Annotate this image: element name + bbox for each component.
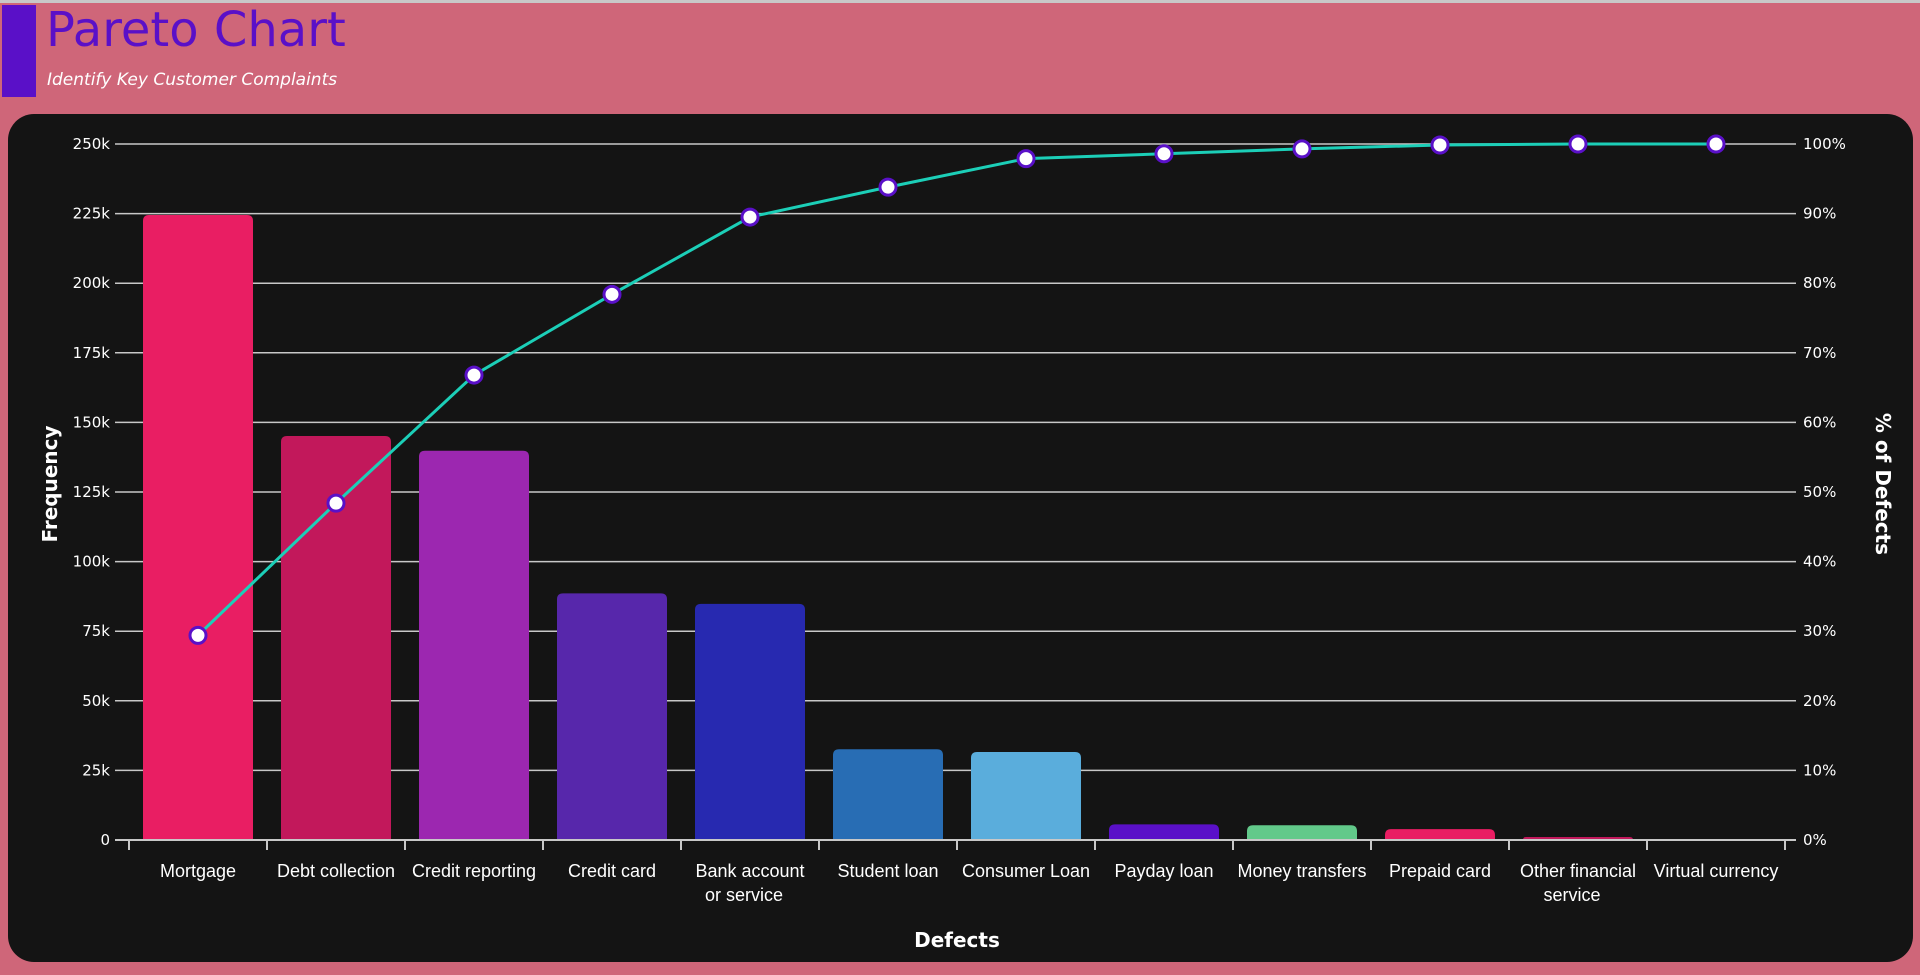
y2-tick-label: 60%	[1803, 413, 1836, 431]
x-tick-label: Money transfers	[1237, 861, 1366, 881]
y-axis-title: Frequency	[38, 425, 62, 542]
cumulative-point	[1568, 134, 1588, 154]
y-tick-label: 200k	[73, 274, 111, 292]
cumulative-point	[1154, 144, 1174, 164]
x-axis: Mortgage Debt collection Credit reporting C…	[115, 839, 1796, 905]
y2-tick-label: 30%	[1803, 622, 1836, 640]
y-axis-left: 0 25k 50k 75k 100k 125k 150k 175k 200k 225k 250k	[73, 135, 111, 849]
x-tick-label: Debt collection	[277, 861, 395, 881]
x-tick-label: service	[1543, 885, 1600, 905]
y2-tick-label: 40%	[1803, 553, 1836, 571]
bar	[1247, 825, 1357, 840]
y2-axis-title: % of Defects	[1871, 413, 1895, 555]
pareto-chart: 0 25k 50k 75k 100k 125k 150k 175k 200k 225k 250k 0…	[38, 134, 1895, 952]
x-tick-label: Credit reporting	[412, 861, 536, 881]
y-tick-label: 150k	[73, 413, 111, 431]
bar	[557, 593, 667, 840]
x-tick-label: Bank account	[695, 861, 804, 881]
y-axis-right: 0% 10% 20% 30% 40% 50% 60% 70% 80% 90% 100%	[1803, 135, 1846, 849]
cumulative-point	[878, 177, 898, 197]
y2-tick-label: 100%	[1803, 135, 1846, 153]
cumulative-point	[1016, 149, 1036, 169]
y2-tick-label: 0%	[1803, 831, 1827, 849]
x-axis-title: Defects	[914, 928, 1000, 952]
x-tick-label: Other financial	[1520, 861, 1636, 881]
x-tick-label: or service	[705, 885, 783, 905]
cumulative-point	[1706, 134, 1726, 154]
bar	[419, 450, 529, 840]
y-tick-label: 225k	[73, 205, 111, 223]
cumulative-point	[464, 365, 484, 385]
y2-tick-label: 50%	[1803, 483, 1836, 501]
y-tick-label: 75k	[82, 622, 110, 640]
bars	[143, 214, 1633, 840]
y2-tick-label: 10%	[1803, 761, 1836, 779]
bar	[1109, 824, 1219, 840]
x-tick-label: Prepaid card	[1389, 861, 1491, 881]
y-tick-label: 25k	[82, 761, 110, 779]
x-tick-label: Payday loan	[1114, 861, 1213, 881]
bar	[833, 749, 943, 840]
y2-tick-label: 90%	[1803, 205, 1836, 223]
y-tick-label: 125k	[73, 483, 111, 501]
y2-tick-label: 20%	[1803, 692, 1836, 710]
y-tick-label: 250k	[73, 135, 111, 153]
y-tick-label: 50k	[82, 692, 110, 710]
y-tick-label: 100k	[73, 553, 111, 571]
x-tick-label: Credit card	[568, 861, 656, 881]
y2-tick-label: 80%	[1803, 274, 1836, 292]
cumulative-point	[602, 284, 622, 304]
y-tick-label: 175k	[73, 344, 111, 362]
y-tick-label: 0	[100, 831, 110, 849]
bar	[971, 752, 1081, 840]
cumulative-point	[326, 493, 346, 513]
cumulative-point	[188, 625, 208, 645]
cumulative-point	[740, 207, 760, 227]
bar	[1385, 829, 1495, 840]
bar	[695, 603, 805, 840]
cumulative-point	[1292, 139, 1312, 159]
cumulative-point	[1430, 135, 1450, 155]
x-tick-label: Mortgage	[160, 861, 236, 881]
y2-tick-label: 70%	[1803, 344, 1836, 362]
bar	[143, 214, 253, 840]
x-tick-label: Virtual currency	[1654, 861, 1779, 881]
x-tick-label: Student loan	[837, 861, 938, 881]
x-tick-label: Consumer Loan	[962, 861, 1090, 881]
